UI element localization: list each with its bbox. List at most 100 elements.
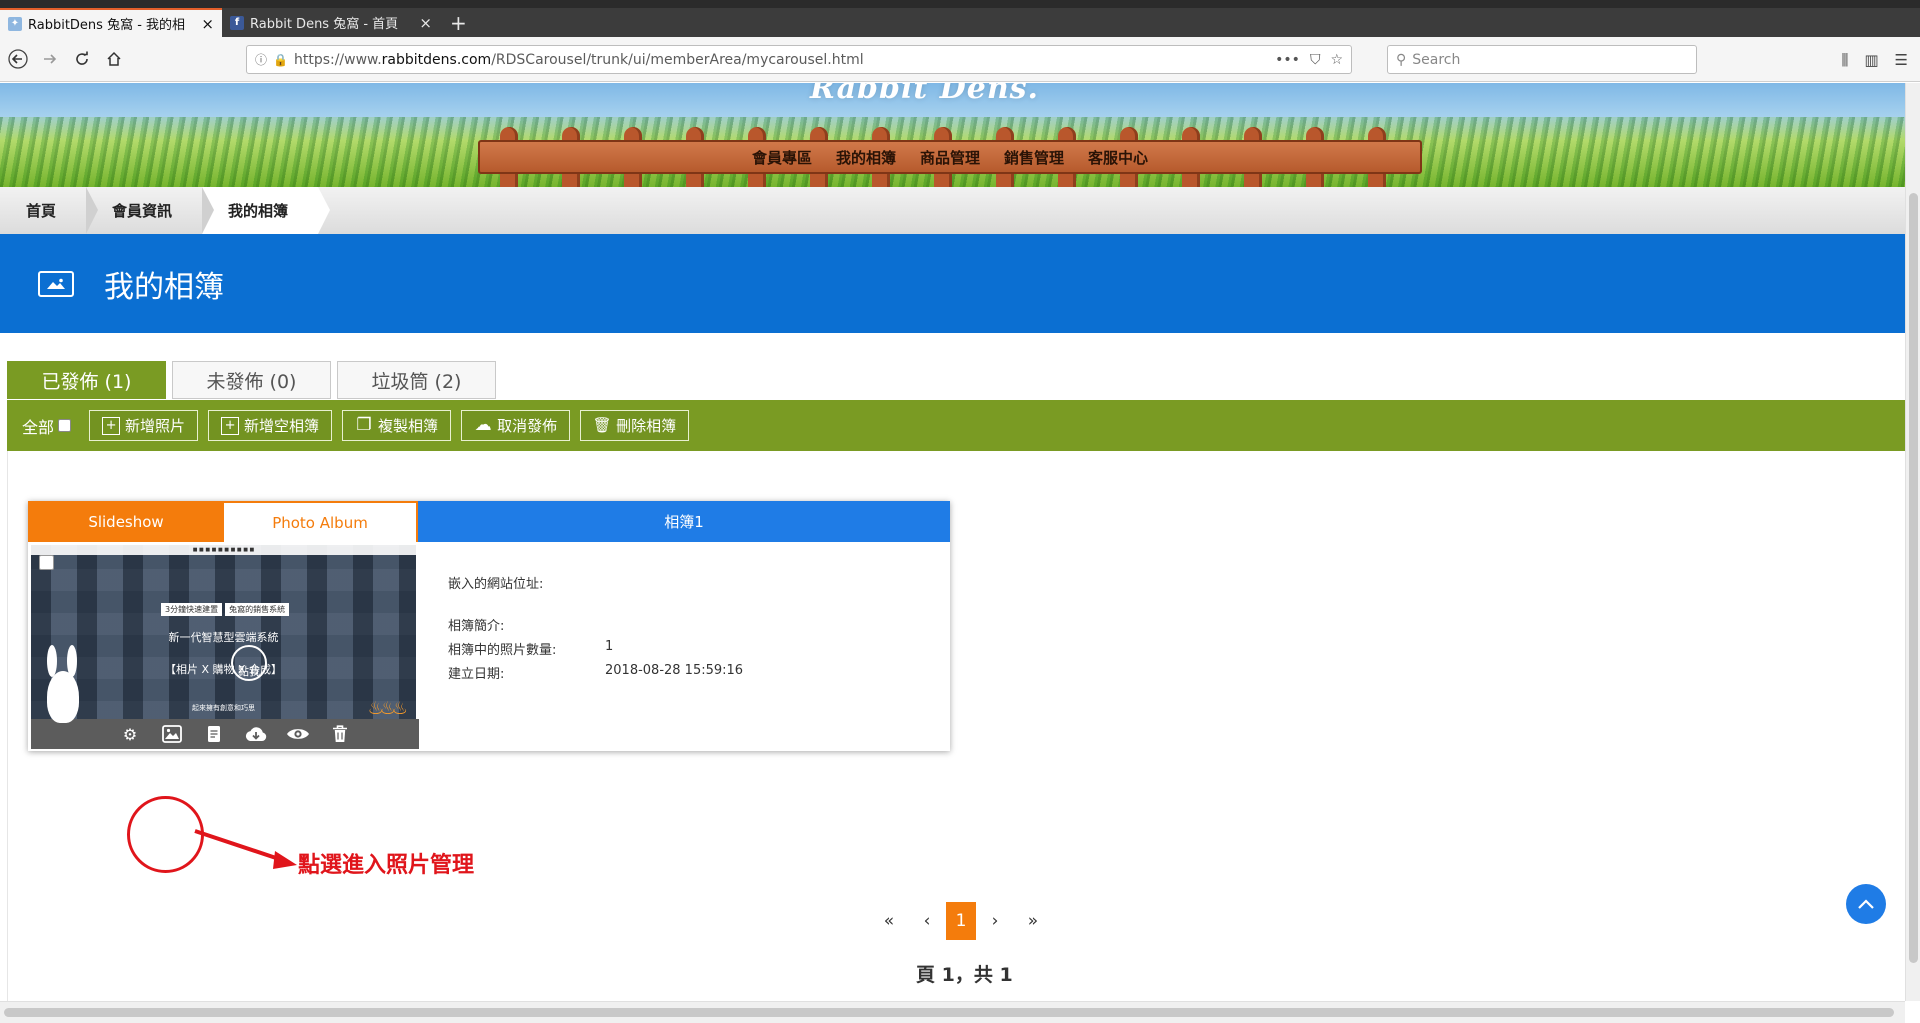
photo-count-value: 1: [605, 639, 614, 654]
select-all[interactable]: 全部: [22, 414, 72, 438]
menu-icon[interactable]: ☰: [1895, 51, 1908, 69]
url-text[interactable]: https://www.rabbitdens.com/RDSCarousel/t…: [294, 52, 1275, 68]
site-banner: Rabbit Dens. 會員專區 我的相簿 商品管理 銷售管理 客服中心: [0, 83, 1905, 187]
browser-navbar: ⓘ 🔒 https://www.rabbitdens.com/RDSCarous…: [0, 37, 1920, 82]
album-thumbnail[interactable]: ■ ■ ■ ■ ■ ■ ■ ■ ■ ■ 3分鐘快速建置 兔窩的銷售系統 新一代智…: [31, 545, 416, 745]
tab-title: RabbitDens 兔窩 - 我的相: [28, 18, 186, 33]
tab-unpublished[interactable]: 未發佈 (0): [172, 361, 331, 399]
browser-tab-active[interactable]: ✦ RabbitDens 兔窩 - 我的相 ×: [0, 8, 222, 37]
close-tab-icon[interactable]: ×: [201, 15, 214, 33]
cloud-download-icon[interactable]: [244, 723, 268, 745]
pocket-icon[interactable]: ⛉: [1310, 52, 1321, 68]
tab-title: Rabbit Dens 兔窩 - 首頁: [250, 17, 399, 32]
add-photo-button[interactable]: + 新增照片: [89, 410, 199, 441]
search-input[interactable]: ⚲ Search: [1387, 45, 1697, 74]
thumbnail-click-text: 點我: [238, 665, 260, 678]
page-actions-icon[interactable]: •••: [1275, 52, 1300, 68]
vertical-scrollbar[interactable]: [1905, 83, 1920, 1001]
menu-item-products[interactable]: 商品管理: [920, 147, 980, 168]
thumbnail-badge: 3分鐘快速建置: [161, 603, 223, 616]
button-label: 新增空相簿: [244, 417, 320, 435]
url-bar[interactable]: ⓘ 🔒 https://www.rabbitdens.com/RDSCarous…: [246, 45, 1352, 74]
rabbitdens-icon: ✦: [8, 16, 22, 31]
thumbnail-subheading: 【相片 X 購物 X 合成】: [164, 663, 283, 676]
plus-icon: +: [102, 416, 121, 435]
prev-page-button[interactable]: ‹: [908, 902, 946, 940]
page-button-current[interactable]: 1: [946, 902, 976, 940]
photo-manage-icon[interactable]: [160, 723, 184, 745]
back-arrow-icon: [8, 49, 28, 69]
menu-item-sales[interactable]: 銷售管理: [1004, 147, 1064, 168]
select-all-checkbox[interactable]: [58, 419, 72, 432]
thumbnail-heading: 新一代智慧型雲端系統: [168, 631, 279, 644]
scrollbar-thumb[interactable]: [1909, 193, 1918, 963]
url-path: /RDSCarousel/trunk/ui/memberArea/mycarou…: [491, 51, 864, 68]
forward-button[interactable]: [34, 44, 66, 74]
site-logo[interactable]: Rabbit Dens.: [810, 83, 1039, 106]
close-tab-icon[interactable]: ×: [419, 14, 432, 32]
breadcrumb-member-info[interactable]: 會員資訊: [86, 187, 215, 234]
browser-tab-strip: ✦ RabbitDens 兔窩 - 我的相 × f Rabbit Dens 兔窩…: [0, 8, 1920, 37]
bookmark-star-icon[interactable]: ☆: [1330, 52, 1343, 68]
toolbar-right: ⫼ ▥ ☰: [1841, 45, 1908, 74]
trash-icon: 🗑: [592, 416, 612, 434]
plus-icon: +: [221, 416, 240, 435]
add-empty-album-button[interactable]: + 新增空相簿: [208, 410, 333, 441]
next-page-button[interactable]: ›: [976, 902, 1014, 940]
forward-arrow-icon: [44, 54, 57, 64]
tab-trash[interactable]: 垃圾筒 (2): [337, 361, 496, 399]
delete-trash-icon[interactable]: [328, 723, 352, 745]
reload-button[interactable]: [66, 44, 98, 74]
url-prefix: https://www.: [293, 51, 382, 68]
select-all-label: 全部: [22, 417, 55, 437]
lock-icon: 🔒: [273, 52, 288, 67]
back-to-top-button[interactable]: [1846, 884, 1886, 924]
tab-photo-album[interactable]: Photo Album: [224, 501, 418, 542]
horizontal-scrollbar[interactable]: [0, 1001, 1905, 1023]
new-tab-button[interactable]: +: [440, 8, 477, 37]
delete-album-button[interactable]: 🗑 刪除相簿: [580, 410, 690, 441]
library-icon[interactable]: ⫼: [1841, 51, 1848, 69]
menu-item-my-albums[interactable]: 我的相簿: [836, 147, 896, 168]
home-button[interactable]: [98, 44, 130, 74]
tab-divider: [204, 501, 224, 542]
album-card: Slideshow Photo Album 相簿1 ■ ■ ■ ■ ■ ■ ■ …: [28, 501, 950, 751]
document-icon[interactable]: [202, 723, 226, 745]
info-icon[interactable]: ⓘ: [255, 51, 267, 68]
sidebar-icon[interactable]: ▥: [1864, 51, 1878, 69]
copy-album-button[interactable]: ❐ 複製相簿: [342, 410, 452, 441]
album-select-checkbox[interactable]: [39, 555, 54, 570]
first-page-button[interactable]: «: [870, 902, 908, 940]
search-placeholder: Search: [1412, 51, 1461, 68]
album-toolbar: 全部 + 新增照片 + 新增空相簿 ❐ 複製相簿 ☁ 取消發佈 🗑 刪除相簿: [7, 400, 1905, 451]
button-label: 取消發佈: [497, 417, 558, 435]
menu-item-member[interactable]: 會員專區: [752, 147, 812, 168]
browser-tab-facebook[interactable]: f Rabbit Dens 兔窩 - 首頁 ×: [222, 8, 440, 37]
page-header: 我的相簿: [0, 234, 1905, 333]
breadcrumb-my-albums[interactable]: 我的相簿: [202, 187, 331, 234]
created-date-value: 2018-08-28 15:59:16: [605, 663, 744, 678]
thumbnail-badges: 3分鐘快速建置 兔窩的銷售系統: [161, 603, 290, 616]
cloud-icon: ☁: [474, 415, 492, 435]
album-status-tabs: 已發佈 (1) 未發佈 (0) 垃圾筒 (2): [7, 361, 496, 399]
preview-eye-icon[interactable]: [286, 723, 310, 745]
settings-gear-icon[interactable]: ⚙: [118, 723, 142, 745]
back-button[interactable]: [2, 44, 34, 74]
album-intro-label: 相簿簡介:: [448, 619, 505, 634]
copy-icon: ❐: [356, 415, 372, 435]
last-page-button[interactable]: »: [1014, 902, 1052, 940]
site-main-menu: 會員專區 我的相簿 商品管理 銷售管理 客服中心: [478, 140, 1422, 174]
tab-slideshow[interactable]: Slideshow: [28, 501, 224, 542]
breadcrumb-home[interactable]: 首頁: [0, 187, 99, 234]
facebook-icon: f: [230, 15, 244, 30]
unpublish-button[interactable]: ☁ 取消發佈: [461, 410, 571, 441]
rabbit-mascot-icon: [45, 645, 81, 725]
scrollbar-thumb[interactable]: [4, 1008, 1894, 1017]
tab-published[interactable]: 已發佈 (1): [7, 361, 166, 399]
home-icon: [107, 51, 121, 66]
url-host: rabbitdens.com: [381, 51, 492, 68]
photo-album-icon: [38, 270, 74, 297]
page-title: 我的相簿: [104, 269, 224, 305]
menu-item-support[interactable]: 客服中心: [1088, 147, 1148, 168]
annotation-arrow-icon: [194, 829, 297, 869]
